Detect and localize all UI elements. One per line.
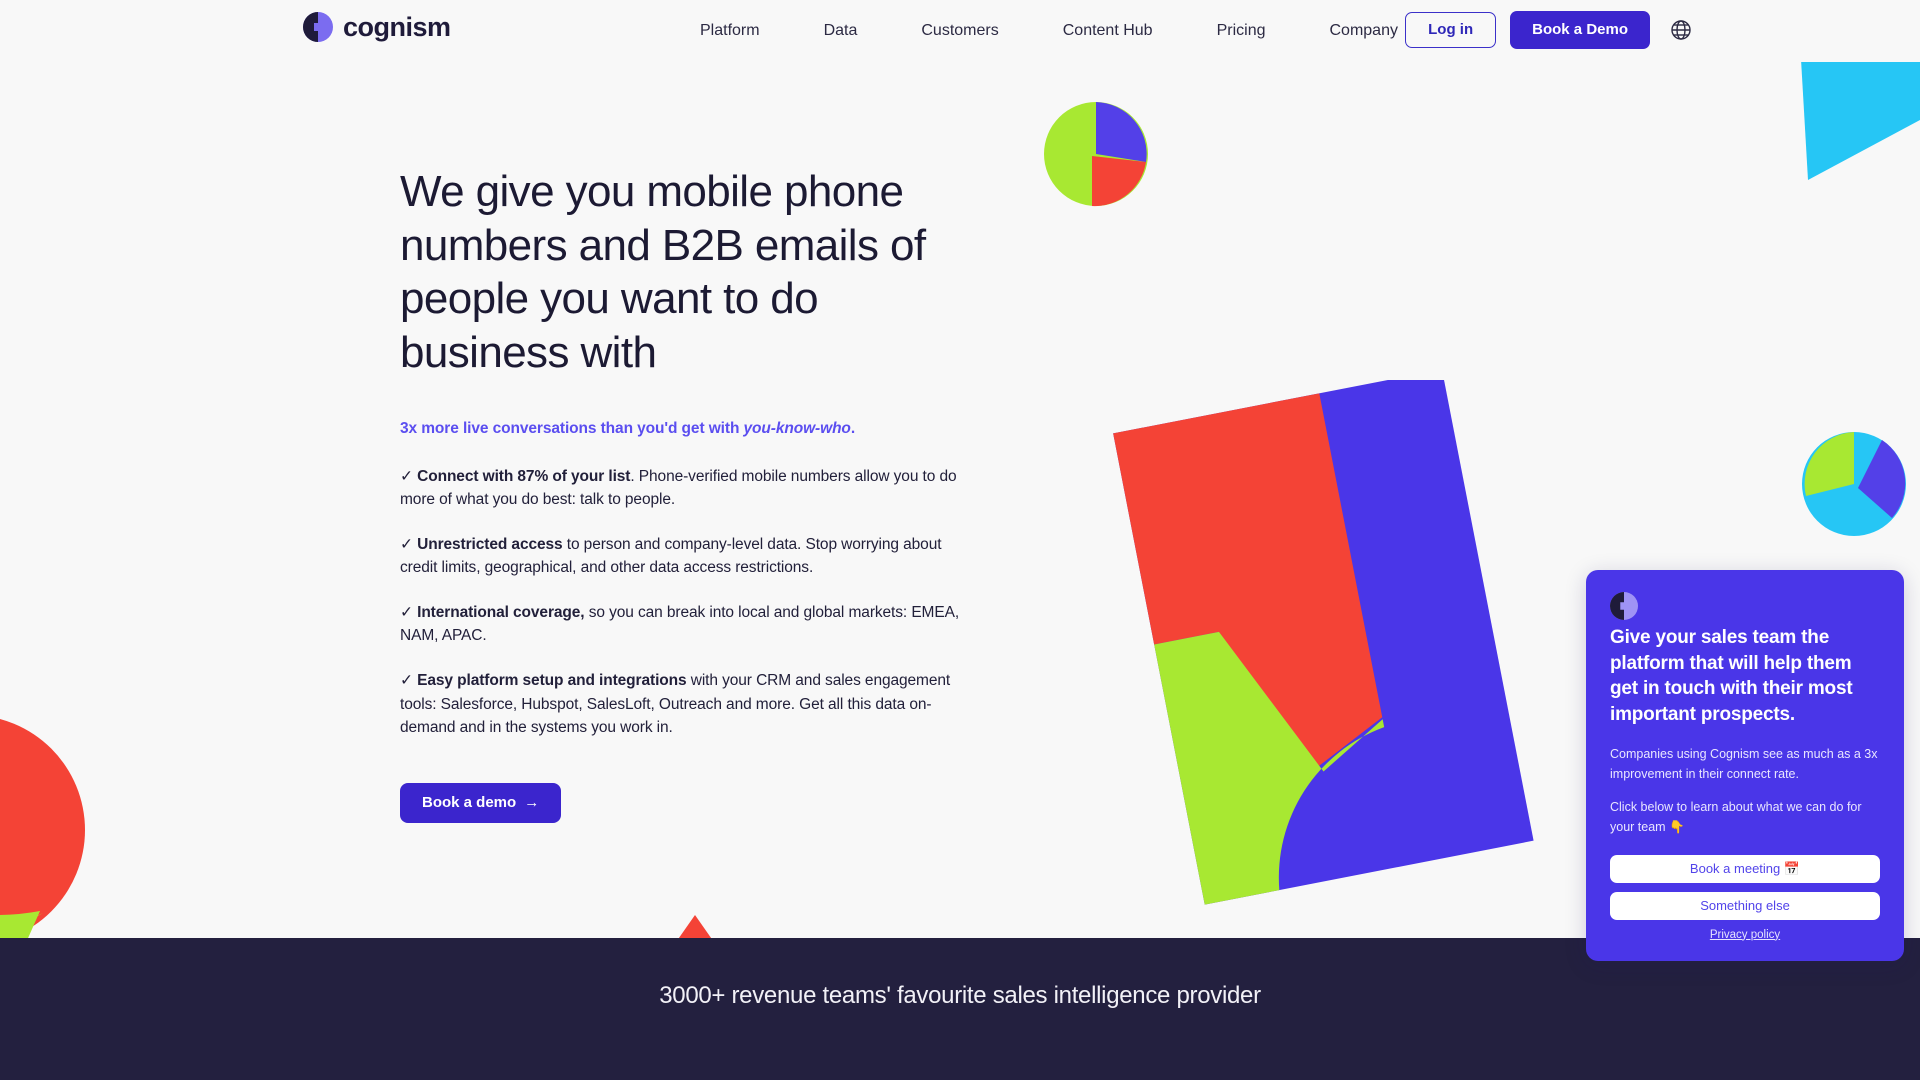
check-icon: ✓ — [400, 467, 413, 485]
hero-subheadline-suffix: . — [850, 419, 856, 437]
nav-item-pricing[interactable]: Pricing — [1185, 0, 1298, 62]
decorative-pie-chart-right — [1802, 432, 1906, 536]
social-proof-text: 3000+ revenue teams' favourite sales int… — [659, 982, 1261, 1009]
bullet-item: ✓ Unrestricted access to person and comp… — [400, 533, 960, 580]
hero-cta-label: Book a demo — [422, 793, 517, 811]
landing-page: cognism Platform Data Customers Content … — [0, 0, 1920, 1080]
main-navigation: Platform Data Customers Content Hub Pric… — [700, 0, 1430, 62]
chat-widget-paragraph-2: Click below to learn about what we can d… — [1610, 800, 1862, 835]
privacy-policy-link[interactable]: Privacy policy — [1610, 929, 1880, 941]
bullet-item: ✓ Easy platform setup and integrations w… — [400, 669, 960, 740]
hero-book-demo-button[interactable]: Book a demo → — [400, 782, 562, 823]
nav-item-content-hub[interactable]: Content Hub — [1031, 0, 1185, 62]
decorative-pie-chart-top — [1044, 102, 1148, 207]
hero-subheadline-prefix: 3x more live conversations than you'd ge… — [400, 419, 744, 437]
bullet-bold: International coverage, — [417, 603, 585, 621]
arrow-right-icon: → — [524, 793, 540, 811]
bullet-item: ✓ Connect with 87% of your list. Phone-v… — [400, 465, 960, 512]
book-a-meeting-button[interactable]: Book a meeting 📅 — [1610, 854, 1880, 883]
book-demo-button[interactable]: Book a Demo — [1510, 11, 1650, 49]
bullet-bold: Connect with 87% of your list — [417, 467, 631, 485]
nav-item-customers[interactable]: Customers — [889, 0, 1030, 62]
nav-item-platform[interactable]: Platform — [700, 0, 792, 62]
hero-section: We give you mobile phone numbers and B2B… — [400, 165, 960, 823]
check-icon: ✓ — [400, 603, 413, 621]
bullet-item: ✓ International coverage, so you can bre… — [400, 601, 960, 648]
logo[interactable]: cognism — [303, 12, 451, 42]
hero-subheadline: 3x more live conversations than you'd ge… — [400, 420, 960, 438]
bullet-bold: Unrestricted access — [417, 535, 563, 553]
bullet-bold: Easy platform setup and integrations — [417, 671, 687, 689]
hero-headline: We give you mobile phone numbers and B2B… — [400, 167, 926, 378]
chat-widget[interactable]: Give your sales team the platform that w… — [1586, 570, 1904, 961]
globe-icon[interactable] — [1670, 19, 1692, 41]
login-button[interactable]: Log in — [1405, 12, 1497, 48]
cognism-circle-logo-icon — [303, 12, 333, 42]
header-actions: Log in Book a Demo — [1405, 11, 1692, 49]
decorative-shape-bottom-left — [0, 718, 85, 945]
chat-widget-paragraph-1: Companies using Cognism see as much as a… — [1610, 746, 1878, 781]
site-header: cognism Platform Data Customers Content … — [0, 0, 1920, 62]
logo-text: cognism — [343, 11, 451, 42]
cognism-circle-logo-icon — [1610, 592, 1638, 624]
chat-widget-title: Give your sales team the platform that w… — [1610, 627, 1853, 725]
decorative-shape-center — [1113, 380, 1534, 905]
check-icon: ✓ — [400, 671, 413, 689]
nav-item-data[interactable]: Data — [792, 0, 890, 62]
check-icon: ✓ — [400, 535, 413, 553]
something-else-button[interactable]: Something else — [1610, 891, 1880, 920]
hero-bullet-list: ✓ Connect with 87% of your list. Phone-v… — [400, 465, 960, 740]
hero-subheadline-italic: you-know-who — [743, 419, 851, 437]
